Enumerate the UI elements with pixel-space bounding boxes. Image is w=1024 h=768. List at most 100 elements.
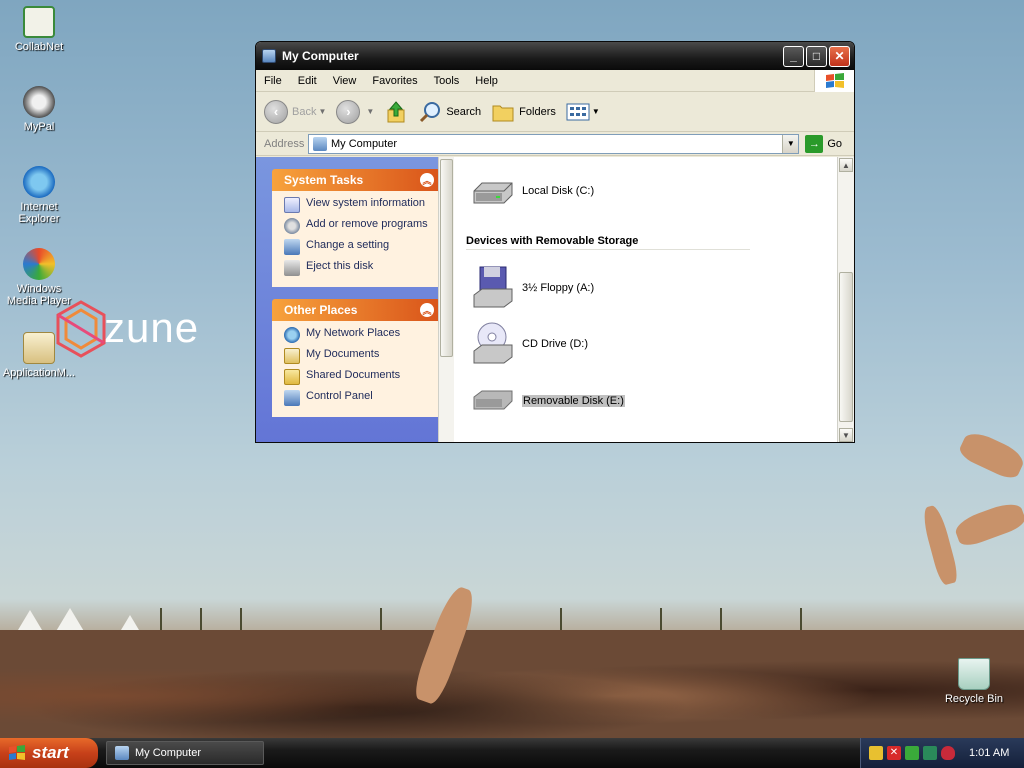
desktop-icon-recycle-bin[interactable]: Recycle Bin xyxy=(936,658,1012,705)
task-view-system-information[interactable]: View system information xyxy=(284,197,432,213)
desktop-icon-label: Internet Explorer xyxy=(18,201,60,225)
start-label: start xyxy=(32,743,69,762)
chevron-down-icon: ▼ xyxy=(318,107,327,116)
file-list-scrollbar[interactable]: ▲ ▼ xyxy=(837,157,854,442)
network-icon[interactable] xyxy=(905,746,919,760)
security-center-icon[interactable] xyxy=(869,746,883,760)
my-computer-icon xyxy=(262,49,276,63)
menu-edit[interactable]: Edit xyxy=(290,75,325,87)
add-remove-programs-icon xyxy=(284,218,300,234)
raised-hand xyxy=(952,498,1024,550)
desktop-icon-mypal[interactable]: MyPal xyxy=(1,86,77,133)
scroll-down-arrow-icon[interactable]: ▼ xyxy=(839,428,853,442)
windows-logo-icon xyxy=(9,745,25,760)
drive-label: 3½ Floppy (A:) xyxy=(522,282,595,294)
my-computer-icon xyxy=(115,746,129,760)
windows-media-player-icon xyxy=(23,248,55,280)
menu-view[interactable]: View xyxy=(325,75,365,87)
system-tasks-header[interactable]: System Tasks ︽ xyxy=(272,169,440,191)
scroll-up-arrow-icon[interactable]: ▲ xyxy=(839,158,853,172)
collapse-chevron-icon[interactable]: ︽ xyxy=(420,173,434,187)
system-tasks-title: System Tasks xyxy=(284,173,364,187)
place-shared-documents[interactable]: Shared Documents xyxy=(284,369,432,385)
collapse-chevron-icon[interactable]: ︽ xyxy=(420,303,434,317)
address-label: Address xyxy=(264,137,305,150)
drive-label: Removable Disk (E:) xyxy=(522,395,625,407)
desktop-icon-windows-media-player[interactable]: Windows Media Player xyxy=(1,248,77,307)
address-value: My Computer xyxy=(331,137,398,150)
up-button[interactable] xyxy=(384,100,408,124)
drive-removable-e[interactable]: Removable Disk (E:) xyxy=(470,383,625,419)
address-input[interactable]: My Computer ▼ xyxy=(308,133,800,154)
back-button[interactable]: ‹ Back ▼ xyxy=(264,99,327,124)
task-label: Eject this disk xyxy=(306,260,374,272)
go-label: Go xyxy=(827,137,842,150)
close-button[interactable]: ✕ xyxy=(829,45,850,67)
menu-file[interactable]: File xyxy=(256,75,290,87)
desktop-icon-label: Recycle Bin xyxy=(944,693,1004,705)
network-error-icon[interactable]: ✕ xyxy=(887,746,901,760)
internet-explorer-icon xyxy=(23,166,55,198)
taskbar-button-my-computer[interactable]: My Computer xyxy=(106,741,264,765)
task-label: Change a setting xyxy=(306,239,390,251)
shared-documents-icon xyxy=(284,369,300,385)
search-label: Search xyxy=(446,105,482,118)
place-my-documents[interactable]: My Documents xyxy=(284,348,432,364)
menu-help[interactable]: Help xyxy=(467,75,506,87)
forward-button[interactable]: › ▼ xyxy=(336,99,374,124)
control-panel-icon xyxy=(284,390,300,406)
other-places-header[interactable]: Other Places ︽ xyxy=(272,299,440,321)
chevron-down-icon: ▼ xyxy=(591,107,600,116)
scrollbar-thumb[interactable] xyxy=(440,159,453,357)
address-dropdown-button[interactable]: ▼ xyxy=(782,134,799,153)
shield-icon[interactable] xyxy=(941,746,955,760)
go-arrow-icon: → xyxy=(805,134,824,153)
desktop-icon-collabnet[interactable]: CollabNet xyxy=(1,6,77,53)
drive-local-c[interactable]: Local Disk (C:) xyxy=(470,173,594,209)
views-icon xyxy=(566,103,590,120)
application-icon xyxy=(23,332,55,364)
drive-label: Local Disk (C:) xyxy=(522,185,595,197)
place-my-network-places[interactable]: My Network Places xyxy=(284,327,432,343)
windows-logo-icon xyxy=(825,73,844,88)
desktop-icon-internet-explorer[interactable]: Internet Explorer xyxy=(1,166,77,225)
title-bar[interactable]: My Computer _ □ ✕ xyxy=(256,42,854,70)
file-list-pane: Local Disk (C:) Devices with Removable S… xyxy=(454,157,854,442)
folders-button[interactable]: Folders xyxy=(491,101,556,123)
task-add-remove-programs[interactable]: Add or remove programs xyxy=(284,218,432,234)
place-label: Control Panel xyxy=(306,390,373,402)
maximize-button[interactable]: □ xyxy=(806,45,827,67)
network-places-icon xyxy=(284,327,300,343)
search-button[interactable]: Search xyxy=(418,100,481,124)
place-control-panel[interactable]: Control Panel xyxy=(284,390,432,406)
safely-remove-hardware-icon[interactable] xyxy=(923,746,937,760)
start-button[interactable]: start xyxy=(0,738,98,768)
system-tasks-panel: System Tasks ︽ View system information A… xyxy=(272,169,440,287)
zune-logo: zune xyxy=(56,300,226,360)
eject-disk-icon xyxy=(284,260,300,276)
my-computer-window[interactable]: My Computer _ □ ✕ File Edit View Favorit… xyxy=(255,41,855,443)
other-places-title: Other Places xyxy=(284,303,358,317)
crowd xyxy=(0,630,1024,740)
task-label: Add or remove programs xyxy=(306,218,428,230)
menu-tools[interactable]: Tools xyxy=(426,75,468,87)
wallpaper-crowd xyxy=(0,590,1024,740)
task-change-setting[interactable]: Change a setting xyxy=(284,239,432,255)
task-pane-scrollbar[interactable] xyxy=(438,157,454,442)
task-eject-disk[interactable]: Eject this disk xyxy=(284,260,432,276)
drive-cd-d[interactable]: CD Drive (D:) xyxy=(470,321,588,367)
system-tray: ✕ 1:01 AM xyxy=(860,738,1024,768)
taskbar: start My Computer ✕ 1:01 AM xyxy=(0,738,1024,768)
back-arrow-icon: ‹ xyxy=(264,99,288,124)
place-label: Shared Documents xyxy=(306,369,401,381)
views-button[interactable]: ▼ xyxy=(566,102,600,122)
zune-mark-icon xyxy=(56,300,106,358)
scrollbar-thumb[interactable] xyxy=(839,272,853,422)
menu-bar: File Edit View Favorites Tools Help xyxy=(256,70,854,92)
drive-floppy-a[interactable]: 3½ Floppy (A:) xyxy=(470,265,594,311)
menu-favorites[interactable]: Favorites xyxy=(364,75,425,87)
windows-flag-icon xyxy=(814,70,854,92)
minimize-button[interactable]: _ xyxy=(783,45,804,67)
go-button[interactable]: → Go xyxy=(805,134,842,153)
clock[interactable]: 1:01 AM xyxy=(969,747,1009,759)
